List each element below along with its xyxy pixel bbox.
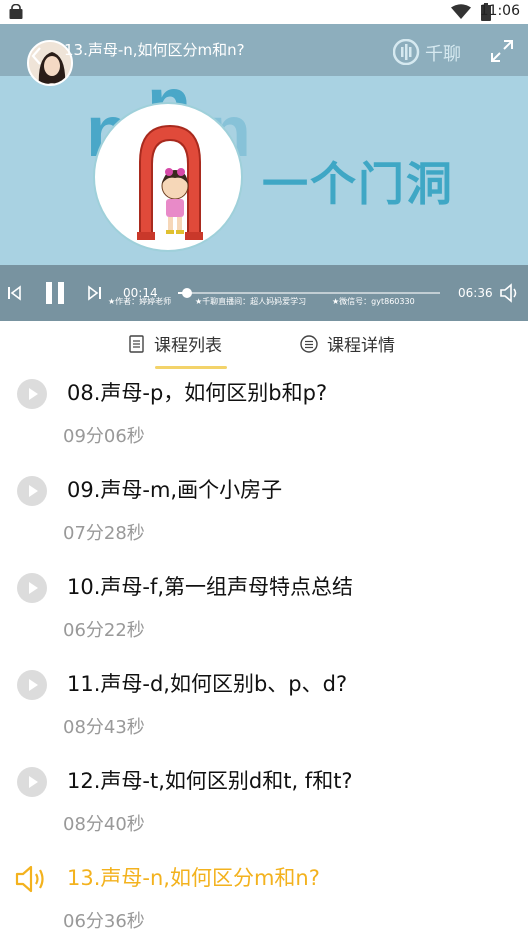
lesson-title: 13.声母-n,如何区分m和n?	[67, 866, 320, 890]
play-icon	[17, 379, 47, 409]
lesson-title: 11.声母-d,如何区别b、p、d?	[67, 672, 348, 696]
status-time: 11:06	[479, 3, 520, 19]
fullscreen-icon[interactable]	[489, 38, 515, 64]
video-title: 13.声母-n,如何区分m和n?	[64, 41, 245, 59]
tab-bar: 课程列表 课程详情	[0, 321, 528, 371]
total-time: 06:36	[458, 286, 493, 300]
volume-icon[interactable]	[498, 282, 520, 304]
back-icon[interactable]	[30, 46, 42, 66]
shopping-bag-icon	[9, 4, 23, 19]
lesson-title: 09.声母-m,画个小房子	[67, 478, 283, 502]
lesson-duration: 08分40秒	[63, 814, 145, 835]
lesson-title: 12.声母-t,如何区别d和t, f和t?	[67, 769, 353, 793]
active-tab-indicator	[155, 366, 227, 369]
tab-course-list[interactable]: 课程列表	[128, 331, 222, 356]
lesson-duration: 06分22秒	[63, 620, 145, 641]
list-item[interactable]: 11.声母-d,如何区别b、p、d? 08分43秒	[0, 662, 528, 758]
brand-logo-icon	[393, 39, 420, 65]
arch-illustration	[137, 124, 203, 240]
lesson-title: 10.声母-f,第一组声母特点总结	[67, 575, 354, 599]
speaker-playing-icon	[15, 865, 44, 893]
status-bar: 11:06	[0, 0, 528, 24]
lesson-duration: 09分06秒	[63, 426, 145, 447]
tab-course-details-label: 课程详情	[327, 336, 395, 356]
brand-logo: 千聊	[393, 39, 475, 65]
lesson-duration: 06分36秒	[63, 911, 145, 932]
tab-course-details[interactable]: 课程详情	[299, 331, 395, 356]
list-item[interactable]: 09.声母-m,画个小房子 07分28秒	[0, 468, 528, 564]
play-icon	[17, 476, 47, 506]
play-icon	[17, 767, 47, 797]
play-icon	[17, 670, 47, 700]
brand-logo-text: 千聊	[425, 44, 461, 65]
list-icon	[300, 334, 318, 353]
watermark-room: ★千聊直播间：超人妈妈爱学习	[195, 297, 307, 306]
illustration-arch-girl	[93, 102, 243, 252]
list-item[interactable]: 08.声母-p，如何区别b和p? 09分06秒	[0, 371, 528, 467]
video-player[interactable]: n n n 一个门洞 13.声母-n,如何区分m和n?	[0, 24, 528, 321]
watermark-author: ★作者：婷婷老师	[108, 297, 172, 306]
previous-icon[interactable]	[7, 285, 21, 301]
document-icon	[129, 334, 144, 353]
wifi-icon	[451, 4, 471, 19]
tab-course-list-label: 课程列表	[154, 336, 222, 356]
list-item[interactable]: 12.声母-t,如何区别d和t, f和t? 08分40秒	[0, 759, 528, 855]
next-icon[interactable]	[88, 285, 102, 301]
pause-icon[interactable]	[44, 281, 66, 305]
list-item[interactable]: 10.声母-f,第一组声母特点总结 06分22秒	[0, 565, 528, 661]
lesson-duration: 07分28秒	[63, 523, 145, 544]
progress-bar[interactable]	[178, 288, 440, 298]
lesson-title: 08.声母-p，如何区别b和p?	[67, 381, 328, 405]
list-item-now-playing[interactable]: 13.声母-n,如何区分m和n? 06分36秒	[0, 856, 528, 946]
watermark-wechat: ★微信号：gyt860330	[332, 297, 415, 306]
lesson-duration: 08分43秒	[63, 717, 145, 738]
play-icon	[17, 573, 47, 603]
caption-text: 一个门洞	[262, 157, 454, 211]
